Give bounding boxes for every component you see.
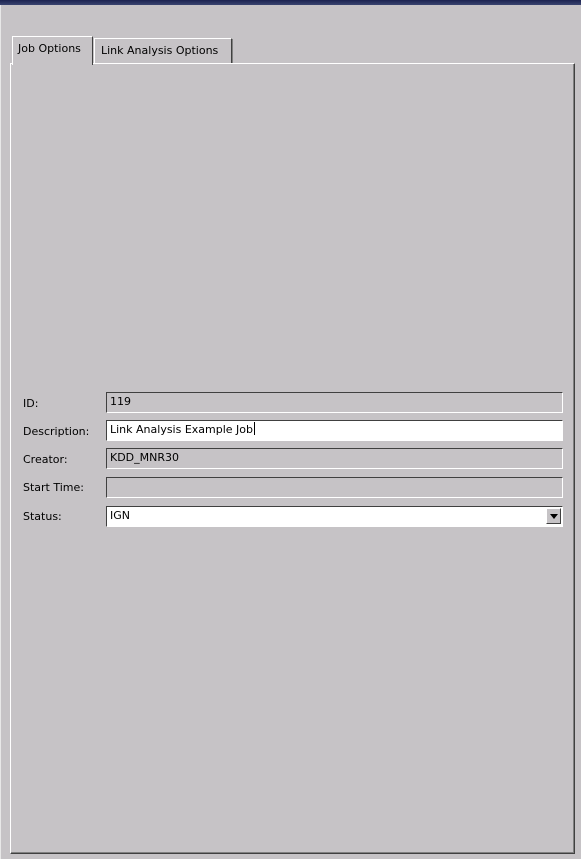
tab-link-analysis-options[interactable]: Link Analysis Options bbox=[94, 38, 233, 64]
creator-field: KDD_MNR30 bbox=[106, 448, 563, 469]
id-field: 119 bbox=[106, 392, 563, 413]
tab-link-analysis-options-label: Link Analysis Options bbox=[101, 44, 219, 57]
description-label: Description: bbox=[23, 425, 90, 438]
id-label: ID: bbox=[23, 397, 39, 410]
panel-shadow-bottom bbox=[11, 852, 574, 853]
start-time-label: Start Time: bbox=[23, 481, 84, 494]
chevron-down-icon[interactable] bbox=[546, 508, 561, 524]
id-value: 119 bbox=[110, 395, 131, 408]
creator-label: Creator: bbox=[23, 453, 68, 466]
status-label: Status: bbox=[23, 510, 62, 523]
tab-job-options[interactable]: Job Options bbox=[12, 36, 93, 65]
status-select[interactable]: IGN bbox=[106, 506, 563, 527]
job-options-window: Job Options Link Analysis Options ID: 11… bbox=[0, 0, 581, 859]
tab-shadow bbox=[232, 39, 233, 64]
window-top-border bbox=[0, 0, 581, 5]
panel-shadow-right bbox=[573, 64, 574, 853]
tab-job-options-label: Job Options bbox=[18, 42, 81, 55]
status-value: IGN bbox=[110, 509, 130, 522]
start-time-field bbox=[106, 477, 563, 498]
description-input[interactable]: Link Analysis Example Job bbox=[106, 420, 563, 441]
description-value: Link Analysis Example Job bbox=[110, 423, 254, 436]
text-caret bbox=[254, 422, 256, 435]
window-left-border bbox=[0, 5, 1, 859]
creator-value: KDD_MNR30 bbox=[110, 451, 180, 464]
